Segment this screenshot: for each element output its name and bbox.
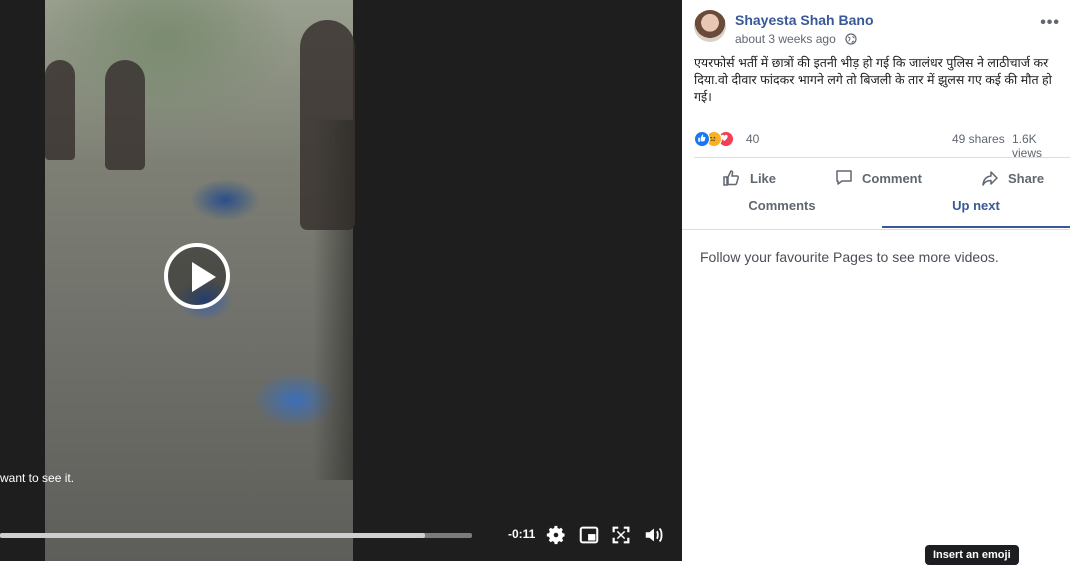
video-player[interactable]: want to see it. -0:11 (0, 0, 682, 561)
shares-count[interactable]: 49 shares (952, 132, 1005, 146)
progress-bar[interactable] (0, 533, 472, 538)
like-reaction-icon[interactable] (694, 131, 710, 147)
more-options-icon[interactable]: ••• (1040, 14, 1060, 32)
divider (694, 157, 1070, 158)
share-icon (982, 171, 998, 186)
globe-icon (845, 33, 857, 45)
tabs-bar: Comments Up next (682, 196, 1070, 230)
video-overlay-text: want to see it. (0, 471, 75, 485)
tab-comments[interactable]: Comments (682, 198, 882, 230)
active-tab-indicator (882, 226, 1070, 228)
like-button[interactable]: Like (722, 168, 776, 188)
up-next-message: Follow your favourite Pages to see more … (700, 249, 999, 265)
volume-icon[interactable] (643, 524, 665, 546)
like-label: Like (750, 170, 777, 186)
tabs-divider (682, 229, 1070, 230)
share-button[interactable]: Share (980, 168, 1044, 188)
settings-icon[interactable] (545, 524, 567, 546)
reaction-count[interactable]: 40 (746, 132, 759, 146)
author-name[interactable]: Shayesta Shah Bano (735, 12, 874, 28)
picture-in-picture-icon[interactable] (578, 524, 600, 546)
emoji-tooltip: Insert an emoji (925, 545, 1019, 565)
post-sidebar: Shayesta Shah Bano about 3 weeks ago •••… (682, 0, 1070, 561)
comment-button[interactable]: Comment (834, 168, 922, 188)
comment-icon (836, 170, 852, 185)
fullscreen-icon[interactable] (610, 524, 632, 546)
thumbs-up-icon (723, 170, 740, 186)
avatar[interactable] (694, 10, 726, 42)
post-timestamp[interactable]: about 3 weeks ago (735, 32, 836, 46)
share-label: Share (1008, 170, 1045, 186)
progress-fill (0, 533, 425, 538)
views-count: 1.6K views (1012, 132, 1043, 160)
play-button[interactable] (164, 243, 230, 309)
comment-label: Comment (862, 170, 922, 186)
post-text: एयरफोर्स भर्ती में छात्रों की इतनी भीड़ … (694, 56, 1052, 104)
time-remaining: -0:11 (508, 527, 536, 541)
